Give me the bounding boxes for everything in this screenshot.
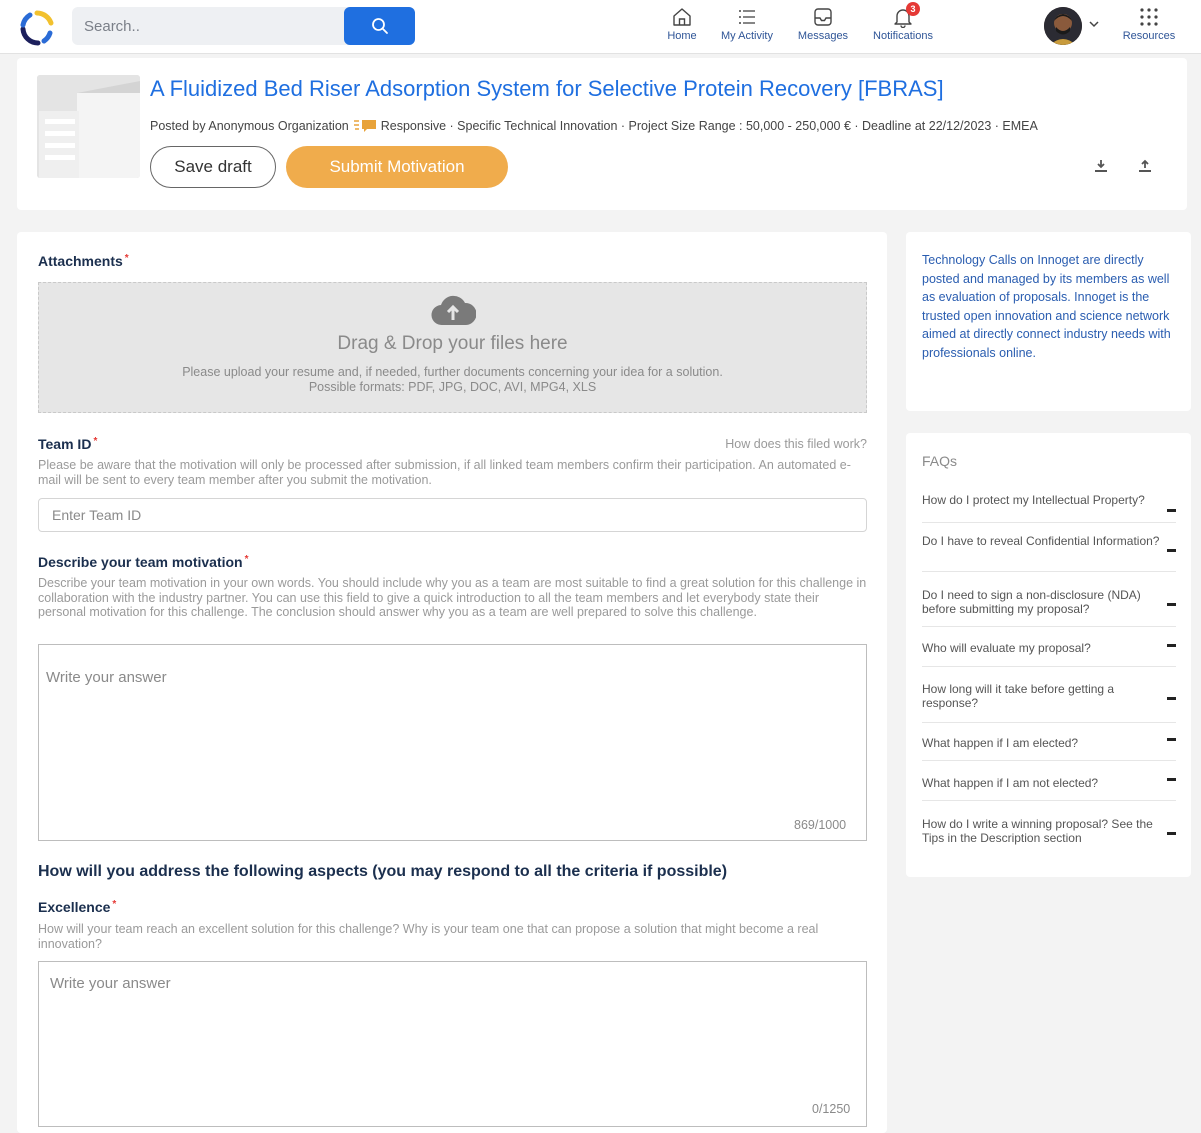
dropzone-formats: Possible formats: PDF, JPG, DOC, AVI, MP… <box>308 380 597 394</box>
dropzone-instructions: Please upload your resume and, if needed… <box>182 365 723 379</box>
nav-resources-label: Resources <box>1122 30 1176 42</box>
motivation-textarea[interactable] <box>38 644 867 841</box>
aspects-heading: How will you address the following aspec… <box>38 863 728 880</box>
attachments-label-text: Attachments <box>38 253 123 269</box>
organization-thumbnail <box>37 75 140 178</box>
messages-icon <box>814 8 832 26</box>
excellence-label: Excellence * <box>38 899 116 915</box>
download-icon[interactable] <box>1094 159 1108 173</box>
faq-question: Do I need to sign a non-disclosure (NDA)… <box>922 588 1141 616</box>
faq-title: FAQs <box>922 453 958 469</box>
nav-messages[interactable]: Messages <box>793 6 853 42</box>
search-icon <box>371 18 388 34</box>
challenge-attributes: Responsive · Specific Technical Innovati… <box>380 119 1038 133</box>
team-id-label: Team ID * <box>38 436 97 452</box>
how-does-this-field-work-link[interactable]: How does this filed work? <box>725 437 867 451</box>
top-navigation-bar: Home My Activity Messages 3 Notification… <box>0 0 1201 54</box>
challenge-header-card: A Fluidized Bed Riser Adsorption System … <box>17 58 1187 210</box>
collapse-icon[interactable] <box>1167 738 1176 741</box>
required-marker: * <box>112 899 117 910</box>
motivation-label: Describe your team motivation * <box>38 554 249 570</box>
nav-my-activity[interactable]: My Activity <box>714 6 780 42</box>
motivation-help: Describe your team motivation in your ow… <box>38 576 867 619</box>
page-title[interactable]: A Fluidized Bed Riser Adsorption System … <box>150 76 944 102</box>
faq-item[interactable]: Do I need to sign a non-disclosure (NDA)… <box>922 572 1176 627</box>
info-card: Technology Calls on Innoget are directly… <box>906 232 1191 411</box>
required-marker: * <box>244 554 249 565</box>
upload-icon[interactable] <box>1138 159 1152 173</box>
posted-by: Posted by Anonymous Organization <box>150 119 349 133</box>
faq-item[interactable]: Who will evaluate my proposal? <box>922 627 1176 667</box>
required-marker: * <box>93 436 98 447</box>
cloud-upload-icon <box>431 295 476 326</box>
required-marker: * <box>124 253 129 264</box>
file-dropzone[interactable]: Drag & Drop your files here Please uploa… <box>38 282 867 413</box>
nav-notifications[interactable]: 3 Notifications <box>866 2 940 42</box>
faq-item[interactable]: How do I protect my Intellectual Propert… <box>922 489 1176 523</box>
activity-icon <box>739 10 755 24</box>
info-text: Technology Calls on Innoget are directly… <box>922 253 1171 360</box>
team-id-help: Please be aware that the motivation will… <box>38 458 851 487</box>
nav-notifications-label: Notifications <box>873 30 933 42</box>
collapse-icon[interactable] <box>1167 644 1176 647</box>
nav-home-label: Home <box>667 30 697 42</box>
logo[interactable] <box>18 9 56 47</box>
faq-question: Do I have to reveal Confidential Informa… <box>922 534 1160 548</box>
dropzone-title: Drag & Drop your files here <box>337 333 568 354</box>
user-avatar-icon <box>1044 7 1082 45</box>
faq-question: What happen if I am not elected? <box>922 776 1099 790</box>
nav-messages-label: Messages <box>797 30 849 42</box>
chevron-down-icon[interactable] <box>1088 18 1100 30</box>
collapse-icon[interactable] <box>1167 509 1176 512</box>
collapse-icon[interactable] <box>1167 778 1176 781</box>
excellence-char-counter: 0/1250 <box>812 1102 851 1116</box>
collapse-icon[interactable] <box>1167 697 1176 700</box>
motivation-label-text: Describe your team motivation <box>38 554 243 570</box>
search-bar <box>72 7 415 45</box>
faq-question: How do I protect my Intellectual Propert… <box>922 493 1145 507</box>
excellence-label-text: Excellence <box>38 899 111 915</box>
motivation-char-counter: 869/1000 <box>794 818 847 832</box>
faq-item[interactable]: How long will it take before getting a r… <box>922 667 1176 723</box>
building-icon <box>37 75 140 178</box>
chat-icon <box>353 120 376 132</box>
grid-icon <box>1140 8 1158 26</box>
faq-item[interactable]: How do I write a winning proposal? See t… <box>922 801 1176 857</box>
submit-motivation-button[interactable]: Submit Motivation <box>286 146 508 188</box>
home-icon <box>673 8 691 26</box>
faq-item[interactable]: Do I have to reveal Confidential Informa… <box>922 523 1176 572</box>
attachments-label: Attachments * <box>38 253 129 269</box>
search-input[interactable] <box>72 7 344 45</box>
faq-card: FAQs How do I protect my Intellectual Pr… <box>906 433 1191 877</box>
nav-home[interactable]: Home <box>662 6 702 42</box>
team-id-input[interactable] <box>38 498 867 532</box>
faq-question: What happen if I am elected? <box>922 736 1079 750</box>
challenge-meta: Posted by Anonymous Organization Respons… <box>150 119 1038 133</box>
nav-resources[interactable]: Resources <box>1117 6 1181 42</box>
motivation-form: Attachments * Drag & Drop your files here… <box>17 232 887 1133</box>
faq-item[interactable]: What happen if I am elected? <box>922 723 1176 761</box>
nav-activity-label: My Activity <box>721 30 773 42</box>
faq-question: Who will evaluate my proposal? <box>922 641 1091 655</box>
faq-item[interactable]: What happen if I am not elected? <box>922 761 1176 801</box>
team-id-label-text: Team ID <box>38 436 92 452</box>
save-draft-button[interactable]: Save draft <box>150 146 276 188</box>
faq-question: How long will it take before getting a r… <box>922 682 1115 710</box>
collapse-icon[interactable] <box>1167 603 1176 606</box>
search-button[interactable] <box>344 7 415 45</box>
avatar[interactable] <box>1044 7 1082 45</box>
collapse-icon[interactable] <box>1167 832 1176 835</box>
collapse-icon[interactable] <box>1167 549 1176 552</box>
excellence-textarea[interactable] <box>38 961 867 1127</box>
excellence-help: How will your team reach an excellent so… <box>38 922 819 951</box>
notification-badge: 3 <box>906 2 920 16</box>
faq-question: How do I write a winning proposal? See t… <box>922 817 1153 845</box>
